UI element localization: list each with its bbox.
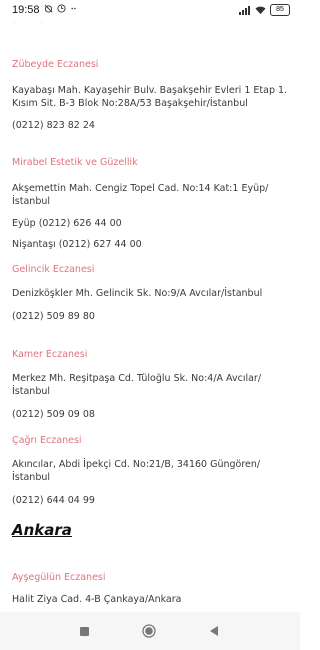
battery-icon: 85 bbox=[270, 4, 290, 16]
pharmacy-address: Denizköşkler Mh. Gelincik Sk. No:9/A Avc… bbox=[12, 288, 263, 299]
pharmacy-name: Çağrı Eczanesi bbox=[12, 435, 82, 446]
alarm-off-icon bbox=[44, 4, 53, 13]
pharmacy-name: Ayşegülün Eczanesi bbox=[12, 572, 106, 583]
status-time: 19:58 bbox=[12, 4, 40, 16]
pharmacy-phone[interactable]: (0212) 509 89 80 bbox=[12, 310, 292, 323]
pharmacy-phone[interactable]: (0212) 823 82 24 bbox=[12, 119, 292, 132]
pharmacy-phone[interactable]: Eyüp (0212) 626 44 00 bbox=[12, 217, 292, 230]
screen: 19:58 85 Zübeyde Eczanesi Kayabaşı Mah. … bbox=[0, 0, 300, 650]
pharmacy-address: Akşemettin Mah. Cengiz Topel Cad. No:14 … bbox=[12, 183, 269, 207]
status-bar: 19:58 85 bbox=[0, 0, 300, 22]
pharmacy-entry: Çağrı Eczanesi Akıncılar, Abdi İpekçi Cd… bbox=[12, 435, 292, 507]
status-icons-right: 85 bbox=[239, 4, 290, 16]
pharmacy-entry: Zübeyde Eczanesi Kayabaşı Mah. Kayaşehir… bbox=[12, 59, 292, 132]
wifi-icon bbox=[255, 6, 266, 14]
pharmacy-name: Zübeyde Eczanesi bbox=[12, 59, 99, 70]
pharmacy-name: Gelincik Eczanesi bbox=[12, 264, 95, 275]
pharmacy-address: Halit Ziya Cad. 4-B Çankaya/Ankara bbox=[12, 594, 182, 605]
city-heading: Ankara bbox=[12, 521, 72, 539]
pharmacy-entry: Mirabel Estetik ve Güzellik Akşemettin M… bbox=[12, 157, 292, 251]
home-icon[interactable] bbox=[142, 624, 156, 638]
signal-icon bbox=[239, 5, 250, 15]
pharmacy-phone[interactable]: (0212) 509 09 08 bbox=[12, 408, 292, 421]
more-dots-icon bbox=[71, 7, 76, 10]
pharmacy-address: Akıncılar, Abdi İpekçi Cd. No:21/B, 3416… bbox=[12, 459, 261, 483]
pharmacy-phone[interactable]: Nişantaşı (0212) 627 44 00 bbox=[12, 238, 292, 251]
pharmacy-phone[interactable]: (0212) 644 04 99 bbox=[12, 494, 292, 507]
pharmacy-entry: Gelincik Eczanesi Denizköşkler Mh. Gelin… bbox=[12, 264, 292, 323]
pharmacy-address: Kayabaşı Mah. Kayaşehir Bulv. Başakşehir… bbox=[12, 85, 288, 109]
pharmacy-entry: Ayşegülün Eczanesi Halit Ziya Cad. 4-B Ç… bbox=[12, 572, 292, 606]
pharmacy-entry: Kamer Eczanesi Merkez Mh. Reşitpaşa Cd. … bbox=[12, 349, 292, 421]
pharmacy-name: Mirabel Estetik ve Güzellik bbox=[12, 157, 138, 168]
status-icons-left bbox=[44, 4, 78, 13]
clock-icon bbox=[57, 4, 66, 13]
navigation-bar bbox=[0, 612, 300, 650]
pharmacy-name: Kamer Eczanesi bbox=[12, 349, 88, 360]
back-icon[interactable] bbox=[208, 625, 220, 637]
pharmacy-address: Merkez Mh. Reşitpaşa Cd. Tüloğlu Sk. No:… bbox=[12, 373, 262, 397]
recent-apps-icon[interactable] bbox=[80, 627, 89, 636]
